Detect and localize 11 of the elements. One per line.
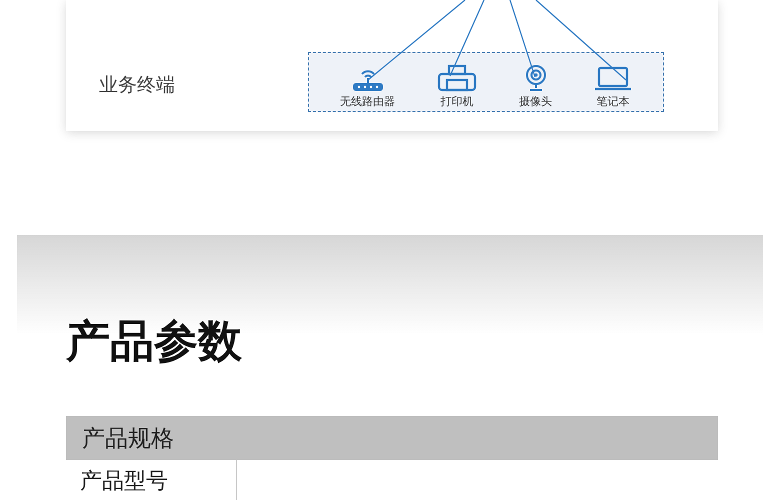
device-label: 笔记本	[596, 94, 630, 109]
table-cell: 产品型号	[66, 460, 237, 500]
device-label: 摄像头	[519, 94, 552, 109]
laptop-icon	[594, 66, 632, 92]
device-label: 打印机	[440, 94, 474, 109]
printer-icon	[437, 64, 477, 92]
table-header: 产品规格	[66, 416, 718, 460]
webcam-icon	[524, 64, 546, 92]
section-title: 产品参数	[66, 315, 243, 369]
device-label: 无线路由器	[340, 94, 395, 109]
tier-label: 业务终端	[99, 73, 176, 98]
